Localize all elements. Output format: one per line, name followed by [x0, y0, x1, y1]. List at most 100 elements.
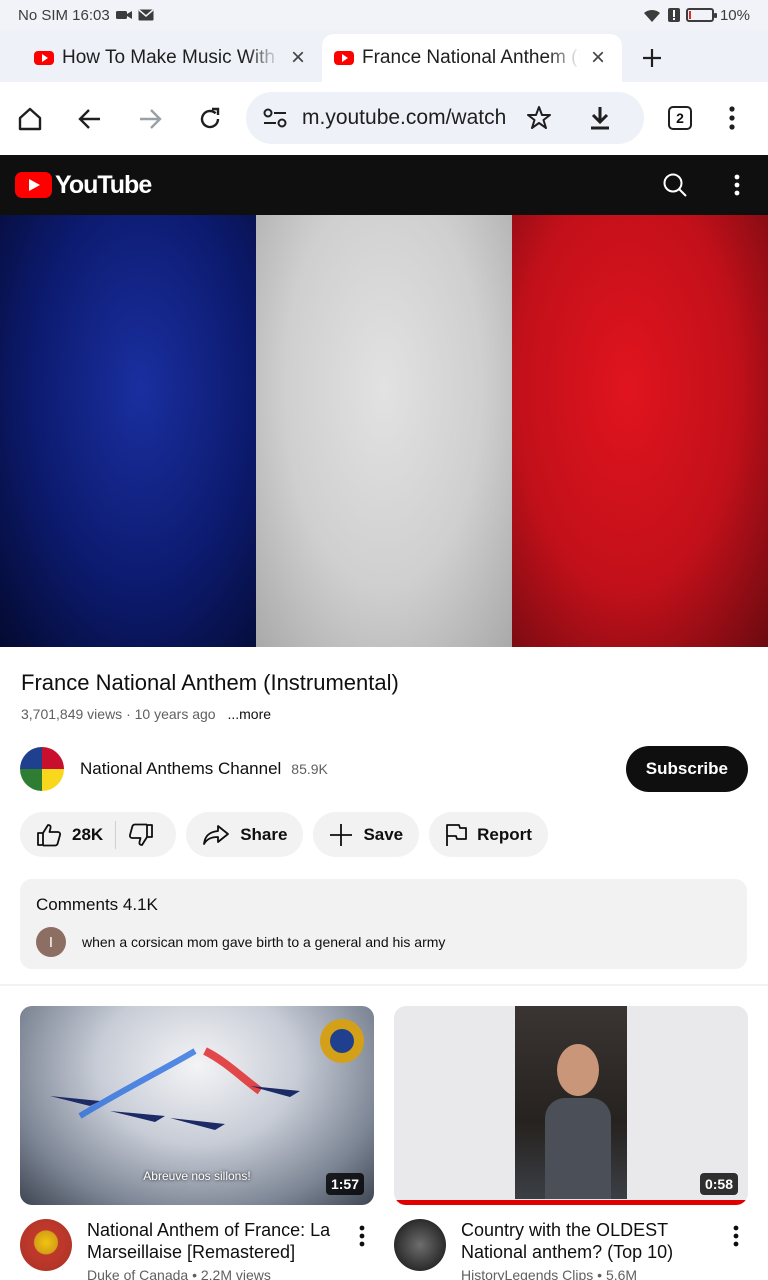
carrier-time: No SIM 16:03: [18, 6, 110, 24]
top-comment: I when a corsican mom gave birth to a ge…: [36, 927, 731, 957]
recommended-video[interactable]: Abreuve nos sillons! 1:57 National Anthe…: [20, 1006, 374, 1280]
video-thumbnail[interactable]: 0:58: [394, 1006, 748, 1205]
wifi-icon: [643, 9, 660, 22]
channel-avatar[interactable]: [20, 1219, 72, 1271]
flag-blue-band: [0, 215, 256, 647]
thumbs-up-icon[interactable]: [36, 823, 62, 847]
alert-icon: [667, 8, 680, 22]
video-menu-button[interactable]: [724, 1219, 748, 1280]
download-icon[interactable]: [588, 105, 612, 131]
share-label: Share: [240, 824, 288, 844]
thumbnail-caption: Abreuve nos sillons!: [143, 1169, 251, 1183]
plus-icon: [643, 49, 661, 67]
video-camera-icon: [115, 11, 132, 19]
video-meta: 3,701,849 views · 10 years ago ...more: [21, 706, 271, 722]
close-icon[interactable]: ×: [286, 44, 310, 72]
video-info: Country with the OLDEST National anthem?…: [394, 1219, 748, 1280]
reload-button[interactable]: [180, 89, 240, 149]
back-button[interactable]: [60, 89, 120, 149]
share-icon: [203, 824, 230, 845]
forward-button[interactable]: [120, 89, 180, 149]
video-title: France National Anthem (Instrumental): [21, 670, 399, 695]
like-count[interactable]: 28K: [72, 825, 103, 845]
close-icon[interactable]: ×: [586, 44, 610, 72]
divider: [0, 984, 768, 986]
recommended-video[interactable]: 0:58 Country with the OLDEST National an…: [394, 1006, 748, 1280]
channel-avatar[interactable]: [394, 1219, 446, 1271]
tab-switcher-button[interactable]: 2: [650, 88, 710, 148]
back-arrow-icon: [78, 108, 100, 129]
url-text[interactable]: m.youtube.com/watch: [302, 106, 506, 130]
video-duration: 1:57: [325, 1173, 364, 1195]
bookmark-star-icon[interactable]: [526, 105, 552, 131]
home-icon: [18, 107, 42, 130]
commenter-avatar: I: [36, 927, 66, 957]
address-bar[interactable]: m.youtube.com/watch: [246, 92, 644, 144]
views-age: 3,701,849 views · 10 years ago: [21, 706, 216, 722]
channel-row: National Anthems Channel 85.9K Subscribe: [20, 746, 748, 792]
comments-section[interactable]: Comments 4.1K I when a corsican mom gave…: [20, 879, 747, 969]
new-tab-button[interactable]: [622, 34, 682, 82]
more-vertical-icon: [734, 174, 740, 196]
tab-title: France National Anthem (In: [362, 47, 580, 68]
subscriber-count: 85.9K: [291, 761, 328, 777]
comments-header: Comments 4.1K: [36, 895, 158, 914]
youtube-logo[interactable]: YouTube: [15, 170, 152, 200]
youtube-logo-text: YouTube: [55, 170, 152, 199]
youtube-header: YouTube: [0, 155, 768, 215]
browser-menu-button[interactable]: [702, 88, 762, 148]
action-bar: 28K Share Save Report: [20, 812, 548, 857]
subscribe-button[interactable]: Subscribe: [625, 746, 748, 792]
search-button[interactable]: [662, 172, 688, 203]
flag-white-band: [256, 215, 512, 647]
plus-icon: [330, 823, 353, 846]
more-vertical-icon: [729, 106, 735, 130]
pill-divider: [115, 820, 117, 849]
report-label: Report: [477, 824, 532, 844]
channel-avatar[interactable]: [20, 747, 64, 791]
home-button[interactable]: [0, 89, 60, 149]
video-menu-button[interactable]: [350, 1219, 374, 1280]
save-button[interactable]: Save: [313, 812, 420, 857]
tab-title: How To Make Music With A: [62, 47, 280, 68]
reload-icon: [200, 107, 220, 128]
forward-arrow-icon: [140, 108, 162, 129]
share-button[interactable]: Share: [186, 812, 304, 857]
battery-icon: [685, 8, 717, 22]
tab-music[interactable]: How To Make Music With A ×: [22, 34, 322, 82]
site-settings-icon[interactable]: [262, 107, 288, 129]
report-button[interactable]: Report: [429, 812, 548, 857]
youtube-menu-button[interactable]: [734, 174, 740, 201]
status-bar: No SIM 16:03 10%: [0, 0, 768, 30]
tab-count: 2: [668, 106, 692, 130]
more-vertical-icon: [359, 1225, 365, 1247]
browser-toolbar: m.youtube.com/watch 2: [0, 82, 768, 155]
channel-meta: Duke of Canada • 2.2M views: [87, 1267, 271, 1280]
channel-name[interactable]: National Anthems Channel: [80, 759, 281, 779]
comment-text: when a corsican mom gave birth to a gene…: [82, 934, 446, 950]
battery-percent: 10%: [719, 6, 750, 24]
video-player[interactable]: [0, 215, 768, 647]
tab-strip: How To Make Music With A × France Nation…: [0, 30, 768, 82]
short-video-frame: [515, 1006, 627, 1199]
more-link[interactable]: ...more: [227, 706, 271, 722]
progress-bar: [394, 1200, 748, 1205]
mail-icon: [138, 9, 154, 21]
flag-red-band: [512, 215, 768, 647]
search-icon: [663, 173, 687, 197]
youtube-logo-icon: [15, 172, 52, 198]
youtube-favicon-icon: [334, 51, 354, 65]
video-title[interactable]: National Anthem of France: La Marseillai…: [87, 1219, 350, 1263]
save-label: Save: [363, 824, 404, 844]
thumbs-down-icon[interactable]: [128, 823, 154, 847]
more-vertical-icon: [733, 1225, 739, 1247]
video-title[interactable]: Country with the OLDEST National anthem?…: [461, 1219, 724, 1263]
video-info: National Anthem of France: La Marseillai…: [20, 1219, 374, 1280]
flag-icon: [446, 823, 468, 846]
channel-meta: HistoryLegends Clips • 5.6M: [461, 1267, 638, 1280]
tab-anthem[interactable]: France National Anthem (In ×: [322, 34, 622, 82]
video-duration: 0:58: [699, 1173, 738, 1195]
youtube-favicon-icon: [34, 51, 54, 65]
video-thumbnail[interactable]: Abreuve nos sillons! 1:57: [20, 1006, 374, 1205]
like-dislike-pill: 28K: [20, 812, 177, 857]
